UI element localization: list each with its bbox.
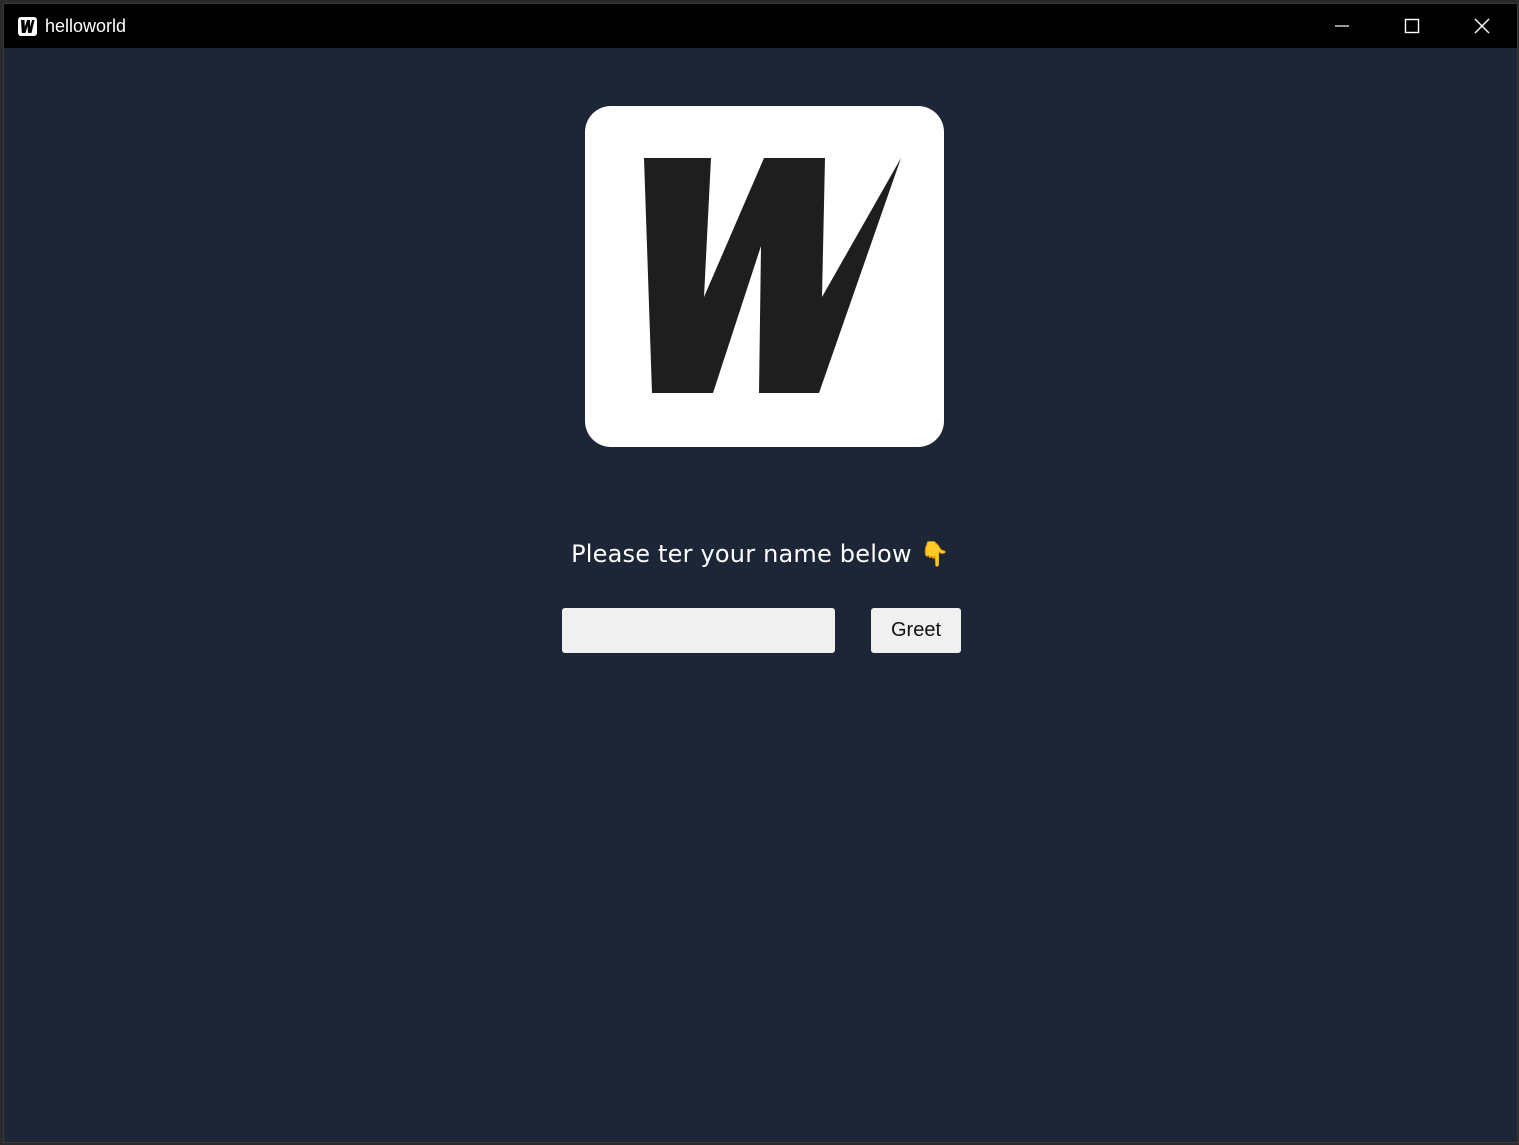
maximize-icon xyxy=(1404,18,1420,34)
window-title: helloworld xyxy=(45,15,127,36)
app-logo xyxy=(585,106,944,447)
window-controls xyxy=(1307,4,1517,48)
minimize-icon xyxy=(1335,25,1349,27)
close-icon xyxy=(1474,18,1490,34)
minimize-button[interactable] xyxy=(1307,4,1377,48)
pointing-down-emoji: 👇 xyxy=(919,540,950,568)
name-prompt: Please ter your name below 👇 xyxy=(4,540,1517,568)
main-content: Please ter your name below 👇 Greet xyxy=(4,48,1517,1142)
maximize-button[interactable] xyxy=(1377,4,1447,48)
prompt-text: Please ter your name below xyxy=(571,540,912,568)
close-button[interactable] xyxy=(1447,4,1517,48)
name-input[interactable] xyxy=(562,608,835,653)
w-logo-icon xyxy=(18,16,37,36)
greet-button[interactable]: Greet xyxy=(871,608,961,653)
app-window: helloworld Please ter your name below 👇 … xyxy=(3,3,1518,1143)
title-bar[interactable]: helloworld xyxy=(4,4,1517,48)
w-logo-icon xyxy=(644,158,901,393)
